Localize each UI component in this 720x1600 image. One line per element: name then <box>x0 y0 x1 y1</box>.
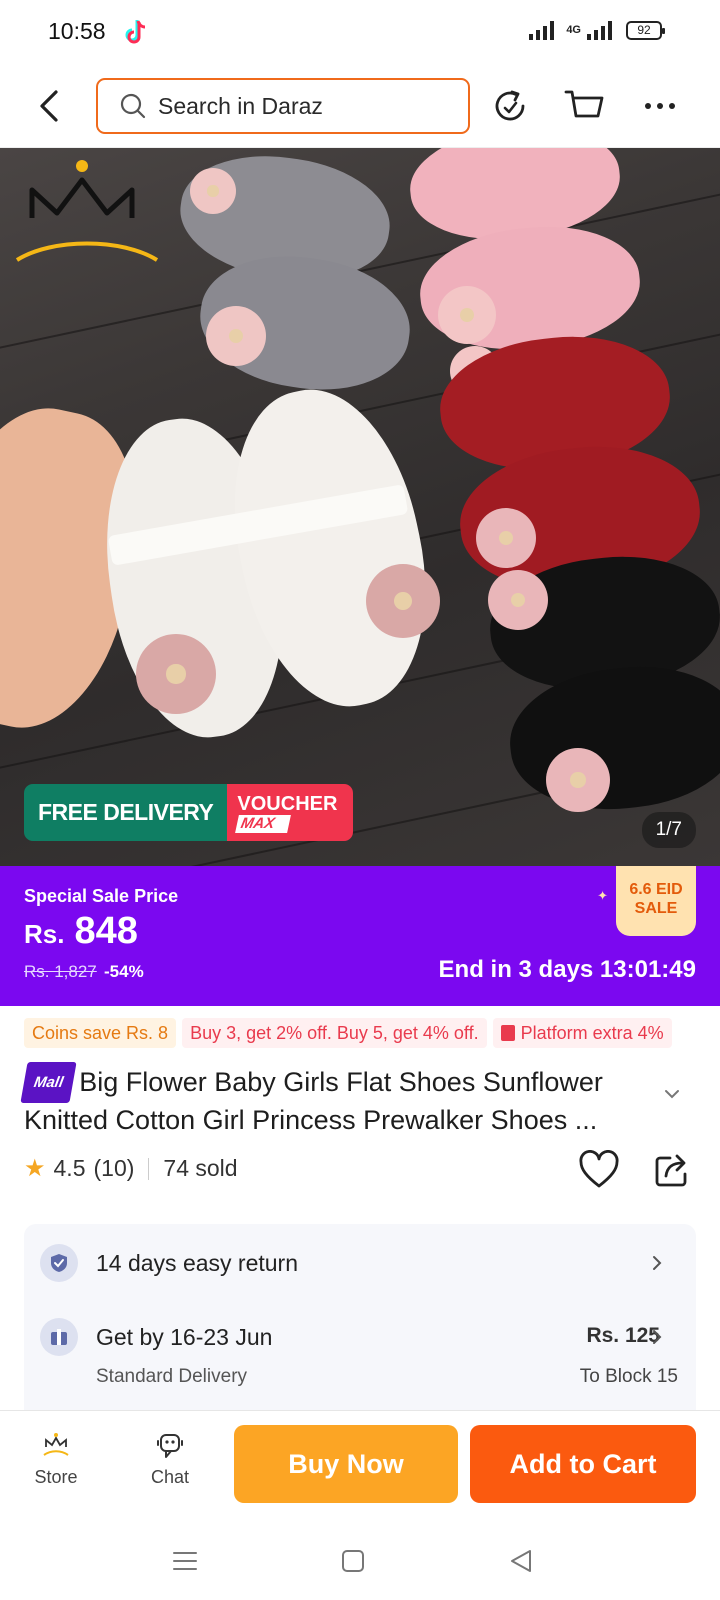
coins-chip[interactable]: Coins save Rs. 8 <box>24 1018 177 1048</box>
delivery-fee[interactable]: Rs. 125 <box>586 1324 660 1348</box>
status-bar: 10:58 4G 92 <box>0 0 720 64</box>
signal-icon <box>529 20 555 40</box>
free-delivery-label: FREE DELIVERY <box>24 784 228 841</box>
product-title: Big Flower Baby Girls Flat Shoes Sunflow… <box>24 1067 603 1135</box>
star-icon: ★ <box>24 1155 46 1182</box>
store-label: Store <box>34 1467 78 1487</box>
status-indicators: 4G 92 <box>529 20 665 40</box>
cart-icon[interactable] <box>562 84 606 128</box>
network-type: 4G <box>566 24 581 36</box>
divider <box>148 1157 150 1180</box>
buy-now-button[interactable]: Buy Now <box>234 1425 458 1503</box>
free-delivery-voucher-badge: FREE DELIVERY VOUCHER MAX <box>24 784 354 841</box>
shield-check-icon <box>40 1244 78 1282</box>
wishlist-heart-icon[interactable] <box>578 1150 620 1190</box>
flower-decor <box>488 570 548 630</box>
original-price: Rs. 1,827 <box>24 962 97 981</box>
service-info-card: 14 days easy return Get by 16-23 Jun Sta… <box>24 1224 696 1410</box>
platform-chip-label: Platform extra 4% <box>520 1022 664 1043</box>
image-counter: 1/7 <box>641 812 696 848</box>
review-count: (10) <box>93 1155 135 1181</box>
battery-icon: 92 <box>626 20 665 40</box>
platform-voucher-chip[interactable]: Platform extra 4% <box>492 1018 672 1048</box>
delivery-box-icon <box>40 1318 78 1356</box>
signal-icon-2 <box>587 20 612 40</box>
delivery-location: To Block 15 <box>579 1366 678 1387</box>
current-price: Rs. 848 <box>24 910 138 953</box>
flower-decor <box>366 564 440 638</box>
back-triangle-icon[interactable] <box>506 1546 536 1576</box>
chat-button[interactable]: Chat <box>130 1431 210 1488</box>
status-time: 10:58 <box>48 18 106 44</box>
mall-tag: Mall <box>20 1062 77 1103</box>
flower-decor <box>136 634 216 714</box>
sold-count: 74 sold <box>163 1155 238 1181</box>
chat-label: Chat <box>150 1467 190 1487</box>
sale-countdown: End in 3 days 13:01:49 <box>438 956 696 983</box>
voucher-max-label: VOUCHER MAX <box>227 784 354 841</box>
price-currency: Rs. <box>24 919 65 949</box>
voucher-ticket-icon <box>500 1025 515 1041</box>
chevron-right-icon[interactable] <box>650 1254 664 1272</box>
search-placeholder: Search in Daraz <box>158 92 323 119</box>
bundle-discount-chip[interactable]: Buy 3, get 2% off. Buy 5, get 4% off. <box>182 1018 487 1048</box>
promo-chips: Coins save Rs. 8 Buy 3, get 2% off. Buy 5… <box>24 1018 720 1048</box>
flower-decor <box>438 286 496 344</box>
return-policy-text[interactable]: 14 days easy return <box>96 1250 298 1277</box>
voucher-text: VOUCHER <box>237 792 338 815</box>
discount-percent: -54% <box>104 962 144 981</box>
flower-decor <box>546 748 610 812</box>
eid-badge-line1: 6.6 EID <box>629 881 683 898</box>
more-icon[interactable] <box>638 84 682 128</box>
chevron-right-icon[interactable] <box>650 1328 664 1346</box>
sale-label: Special Sale Price <box>24 886 179 906</box>
recent-apps-icon[interactable] <box>170 1546 200 1576</box>
refresh-icon[interactable] <box>488 84 532 128</box>
search-icon <box>120 93 146 119</box>
system-navigation-bar <box>0 1522 720 1600</box>
brand-logo-icon <box>15 160 159 262</box>
battery-level: 92 <box>637 22 651 37</box>
delivery-estimate[interactable]: Get by 16-23 Jun <box>96 1324 272 1351</box>
store-button[interactable]: Store <box>16 1431 96 1488</box>
bottom-action-bar: Store Chat Buy Now Add to Cart <box>0 1410 720 1522</box>
product-title-block[interactable]: Mall Big Flower Baby Girls Flat Shoes Sun… <box>20 1062 664 1138</box>
back-arrow-icon[interactable] <box>30 84 70 128</box>
rating-value: 4.5 <box>53 1155 86 1181</box>
sale-price-banner: Special Sale Price Rs. 848 Rs. 1,827 -54… <box>0 866 720 1006</box>
share-icon[interactable] <box>652 1150 692 1190</box>
flower-decor <box>476 508 536 568</box>
rating-row[interactable]: ★ 4.5 (10) 74 sold <box>24 1154 238 1183</box>
home-icon[interactable] <box>338 1546 368 1576</box>
chat-icon <box>157 1434 183 1458</box>
top-header: Search in Daraz <box>0 64 720 148</box>
voucher-max-text: MAX <box>235 814 292 833</box>
flower-decor <box>190 168 236 214</box>
flower-decor <box>206 306 266 366</box>
price-amount: 848 <box>74 910 138 952</box>
delivery-type: Standard Delivery <box>96 1366 248 1387</box>
tiktok-icon <box>125 20 146 44</box>
store-logo-icon <box>43 1433 69 1456</box>
eid-sale-badge: 6.6 EID SALE <box>616 866 696 936</box>
chevron-down-icon[interactable] <box>662 1084 682 1104</box>
product-image-carousel[interactable]: FREE DELIVERY VOUCHER MAX 1/7 <box>0 148 720 866</box>
search-bar[interactable]: Search in Daraz <box>96 78 470 134</box>
add-to-cart-button[interactable]: Add to Cart <box>470 1425 696 1503</box>
